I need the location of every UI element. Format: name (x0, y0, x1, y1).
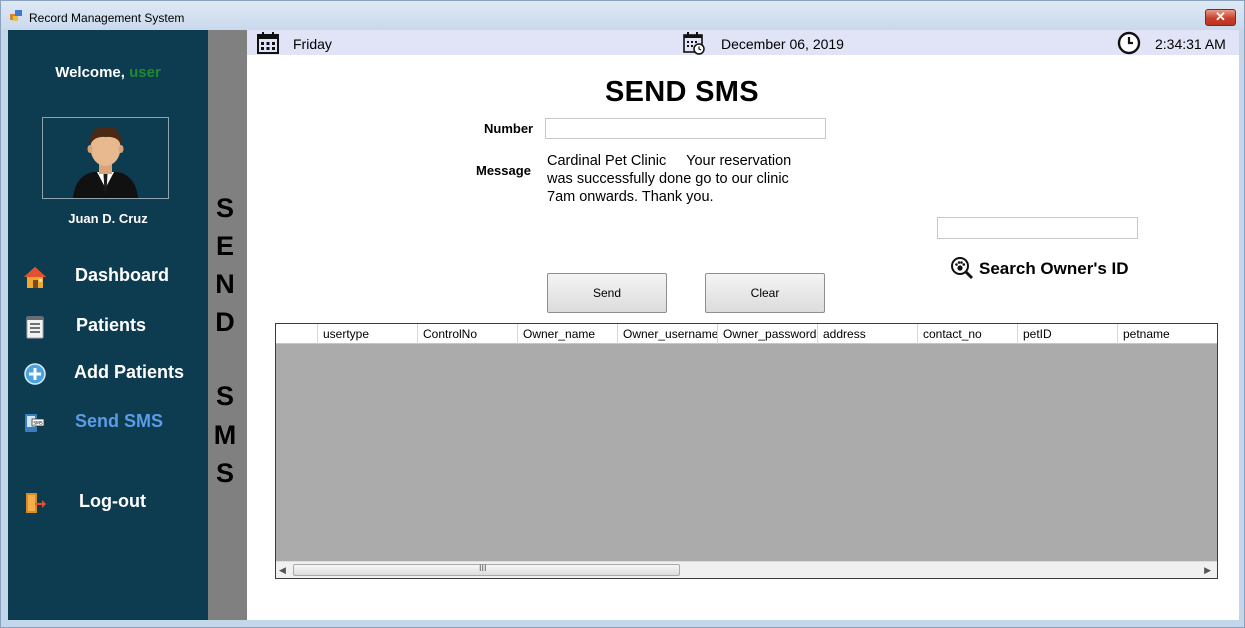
row-header-corner (276, 324, 318, 344)
clear-button[interactable]: Clear (705, 273, 825, 313)
column-header[interactable]: contact_no (918, 324, 1018, 344)
exit-door-icon (26, 493, 46, 513)
column-header[interactable]: Owner_username (618, 324, 718, 344)
banner-letter: E (215, 231, 234, 261)
owners-data-grid[interactable]: usertype ControlNo Owner_name Owner_user… (275, 323, 1218, 579)
column-header[interactable]: petID (1018, 324, 1118, 344)
time-label: 2:34:31 AM (1155, 36, 1226, 52)
welcome-username: user (129, 64, 161, 81)
sidebar: Welcome, user Juan D. Cruz Dashboard Pat… (8, 30, 208, 620)
horizontal-scrollbar[interactable]: ◀ III ▶ (276, 561, 1217, 578)
nav-label-send-sms: Send SMS (75, 411, 164, 431)
nav-label-dashboard: Dashboard (75, 265, 170, 285)
column-header[interactable]: usertype (318, 324, 418, 344)
banner-letter: D (215, 307, 235, 337)
scroll-left-arrow-icon[interactable]: ◀ (279, 565, 286, 576)
nav-label-logout: Log-out (79, 491, 146, 511)
avatar (42, 117, 169, 199)
column-header[interactable]: petname (1118, 324, 1217, 344)
app-icon (10, 10, 22, 21)
welcome-prefix: Welcome, (55, 64, 125, 81)
column-header[interactable]: Owner_password (718, 324, 818, 344)
column-header[interactable]: address (818, 324, 918, 344)
app-window: Record Management System ✕ Welcome, user… (0, 0, 1245, 628)
notepad-icon (26, 316, 44, 339)
banner-letter: S (215, 381, 234, 411)
day-label: Friday (293, 36, 332, 52)
message-textarea[interactable]: Cardinal Pet Clinic Your reservation was… (547, 152, 809, 206)
number-input[interactable] (545, 118, 826, 139)
info-bar: Friday December 06, 2019 2:34:31 AM (247, 30, 1239, 55)
paw-search-icon[interactable] (950, 256, 974, 280)
scroll-thumb[interactable]: III (293, 563, 680, 576)
user-full-name: Juan D. Cruz (68, 211, 148, 226)
number-label: Number (484, 121, 534, 136)
search-owner-id-label[interactable]: Search Owner's ID (979, 259, 1129, 279)
calendar-icon (257, 32, 279, 54)
main-content: Friday December 06, 2019 2:34:31 AM SEND… (247, 30, 1239, 620)
calendar-clock-icon (683, 32, 705, 55)
vertical-page-banner: S E N D S M S (208, 30, 247, 620)
nav-label-patients: Patients (76, 315, 147, 335)
plus-circle-icon (24, 363, 46, 385)
banner-letter: S (215, 458, 234, 488)
nav-dashboard[interactable]: Dashboard (8, 260, 208, 292)
send-button[interactable]: Send (547, 273, 667, 313)
scroll-right-arrow-icon[interactable]: ▶ (1204, 565, 1211, 576)
nav-label-add-patients: Add Patients (74, 362, 185, 382)
sms-phone-icon: SMS (25, 414, 45, 432)
svg-text:SMS: SMS (33, 421, 43, 427)
nav-logout[interactable]: Log-out (8, 486, 208, 518)
clock-icon (1117, 31, 1141, 55)
window-title: Record Management System (29, 11, 185, 25)
column-header[interactable]: Owner_name (518, 324, 618, 344)
user-avatar-icon (73, 126, 138, 198)
column-header[interactable]: ControlNo (418, 324, 518, 344)
date-label: December 06, 2019 (721, 36, 844, 52)
banner-letter: M (213, 420, 237, 450)
page-title: SEND SMS (605, 76, 759, 108)
banner-letter: S (215, 193, 234, 223)
house-icon (24, 267, 46, 288)
message-label: Message (476, 163, 531, 178)
nav-add-patients[interactable]: Add Patients (8, 357, 208, 389)
search-owner-id-input[interactable] (937, 217, 1138, 239)
welcome-message: Welcome, user (8, 64, 208, 81)
scroll-grip: III (479, 563, 487, 573)
grid-header-row: usertype ControlNo Owner_name Owner_user… (276, 324, 1217, 344)
close-button[interactable]: ✕ (1205, 9, 1236, 26)
title-bar[interactable]: Record Management System ✕ (1, 1, 1244, 30)
banner-letter: N (215, 269, 235, 299)
nav-send-sms[interactable]: SMS Send SMS (8, 406, 208, 438)
nav-patients[interactable]: Patients (8, 310, 208, 342)
